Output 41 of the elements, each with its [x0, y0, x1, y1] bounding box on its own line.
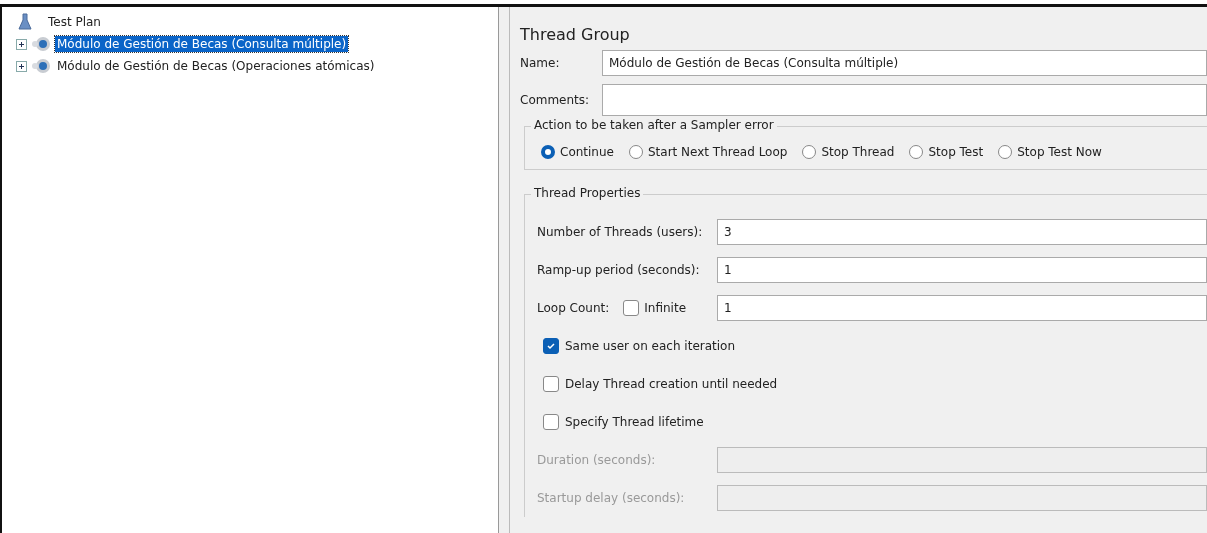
group-legend: Thread Properties	[531, 186, 644, 200]
checkbox-label: Delay Thread creation until needed	[565, 377, 778, 391]
radio-label: Stop Thread	[821, 145, 895, 159]
checkbox[interactable]	[623, 300, 640, 316]
name-field[interactable]: Módulo de Gestión de Becas (Consulta múltiple)	[602, 50, 1207, 76]
radio-button[interactable]	[909, 145, 924, 159]
expand-icon[interactable]	[16, 60, 27, 72]
field-label: Duration (seconds):	[537, 453, 657, 467]
panel-title: Thread Group	[520, 25, 631, 44]
flask-icon	[18, 13, 32, 31]
input-field[interactable]: 1	[717, 295, 1207, 321]
radio-button[interactable]	[541, 145, 555, 159]
field-label: Number of Threads (users):	[537, 225, 704, 239]
expand-icon[interactable]	[16, 38, 27, 50]
input-field[interactable]: 1	[717, 257, 1207, 283]
checkbox-label: Same user on each iteration	[565, 339, 736, 353]
checkbox-label: Specify Thread lifetime	[565, 415, 704, 429]
field-label: Loop Count:	[537, 301, 610, 315]
radio-button[interactable]	[628, 145, 643, 159]
checkbox[interactable]	[543, 338, 559, 354]
field-label: Startup delay (seconds):	[537, 491, 686, 505]
radio-label: Continue	[560, 145, 614, 159]
radio-button[interactable]	[802, 145, 817, 159]
radio-label: Stop Test	[928, 145, 984, 159]
tree-item[interactable]: Módulo de Gestión de Becas (Operaciones atómicas)	[55, 58, 377, 74]
tree-item[interactable]: Test Plan	[46, 14, 103, 30]
checkbox-label: Infinite	[644, 301, 686, 315]
field-label: Ramp-up period (seconds):	[537, 263, 701, 277]
comments-field[interactable]	[602, 84, 1207, 116]
input-field[interactable]: 3	[717, 219, 1207, 245]
radio-label: Start Next Thread Loop	[647, 145, 788, 159]
radio-label: Stop Test Now	[1017, 145, 1102, 159]
splitter[interactable]	[498, 7, 510, 533]
radio-button[interactable]	[998, 145, 1013, 159]
tree-item[interactable]: Módulo de Gestión de Becas (Consulta múltiple)	[55, 36, 349, 52]
group-legend: Action to be taken after a Sampler error	[531, 118, 777, 132]
field-label: Name:	[520, 56, 561, 70]
field-label: Comments:	[520, 93, 591, 107]
checkbox[interactable]	[543, 414, 559, 430]
checkbox[interactable]	[543, 376, 559, 392]
check-icon	[546, 341, 556, 351]
